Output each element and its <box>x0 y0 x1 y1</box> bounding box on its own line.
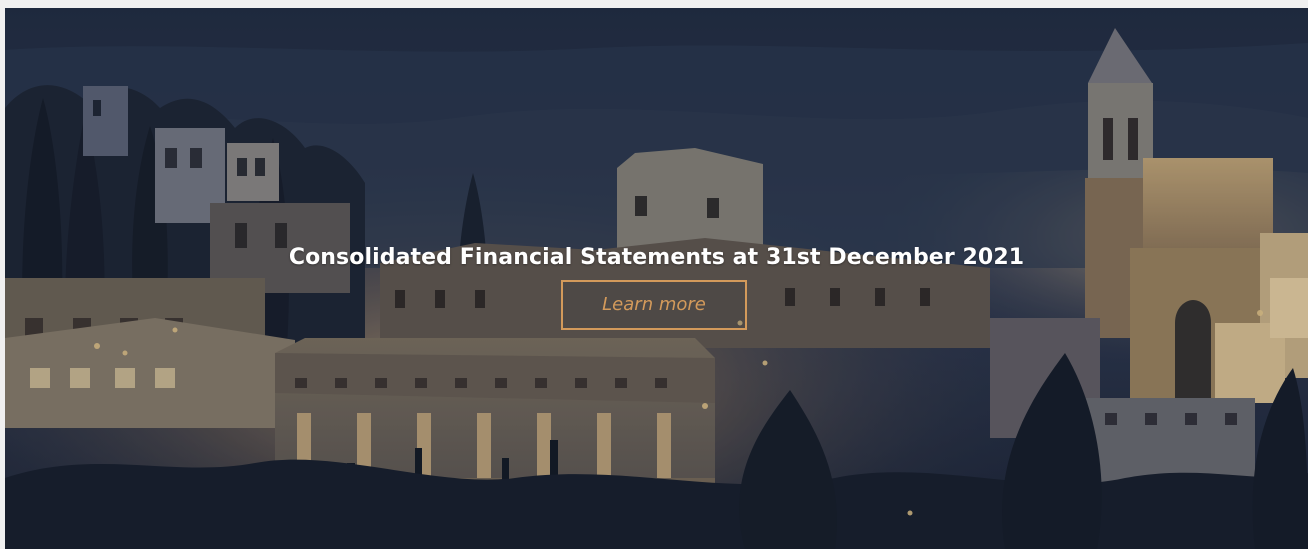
learn-more-button[interactable]: Learn more <box>561 280 747 330</box>
hero-title: Consolidated Financial Statements at 31s… <box>288 244 1025 270</box>
hero-banner: Consolidated Financial Statements at 31s… <box>5 8 1308 549</box>
hero-content: Consolidated Financial Statements at 31s… <box>5 8 1308 549</box>
page: Consolidated Financial Statements at 31s… <box>0 0 1308 549</box>
